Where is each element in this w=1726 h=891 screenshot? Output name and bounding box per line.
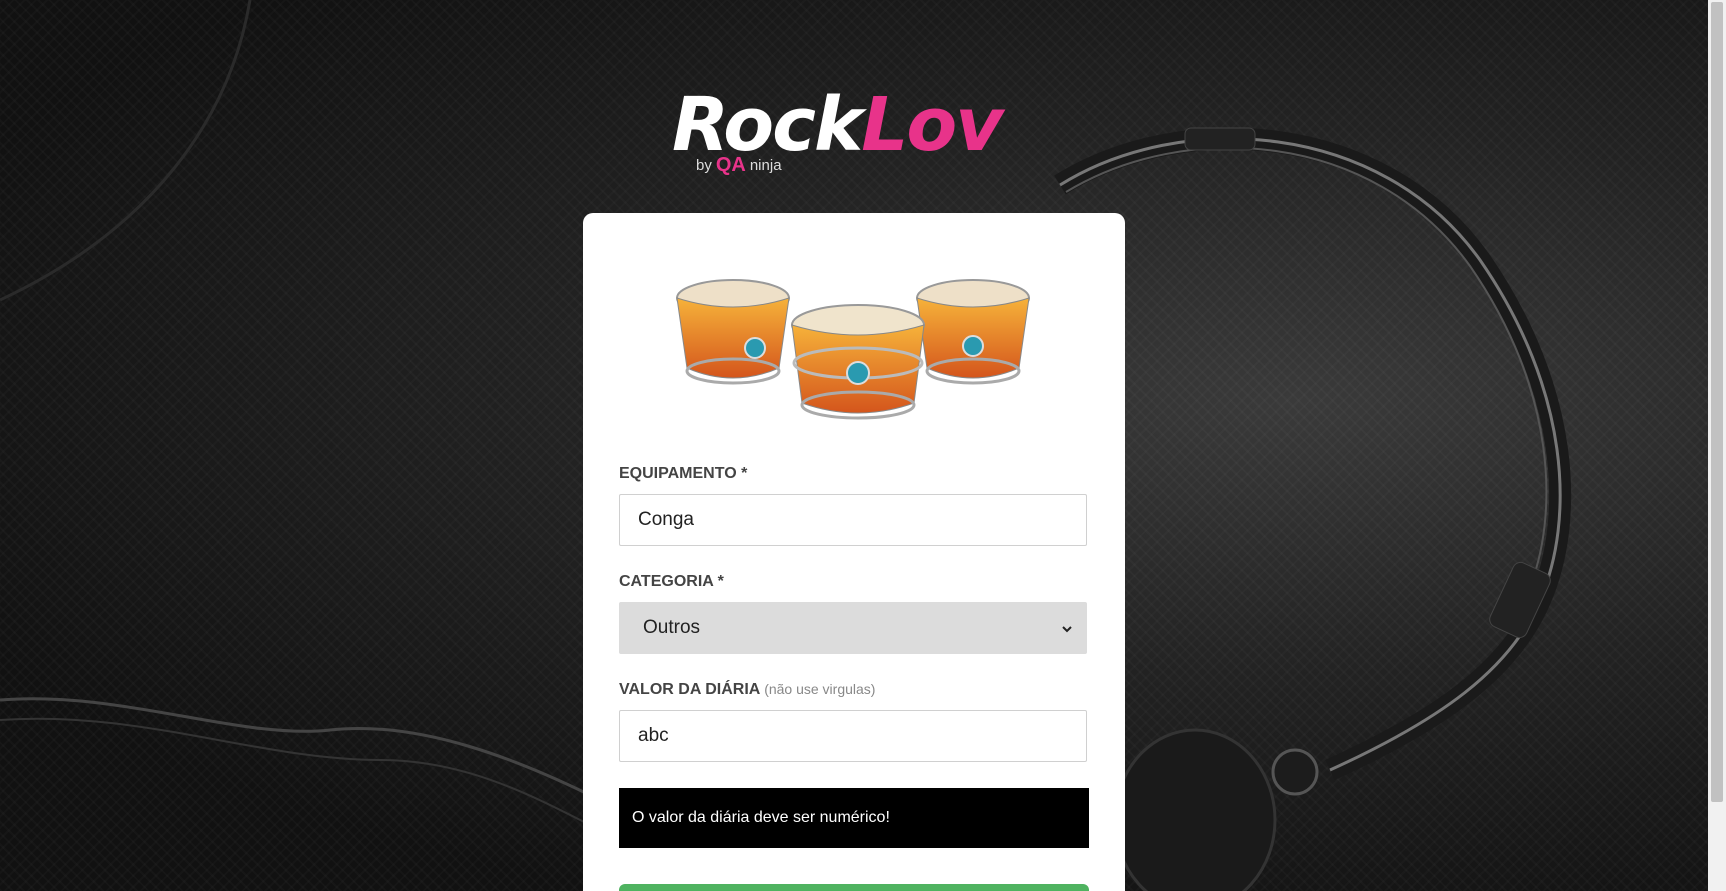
scrollbar-thumb[interactable] (1711, 2, 1723, 802)
price-input[interactable]: abc (619, 710, 1087, 762)
equipment-thumbnail[interactable] (673, 263, 1043, 438)
logo-qa-text: QA (715, 154, 746, 176)
logo-by-text: by (696, 157, 712, 174)
logo-wordmark: RockLov (672, 88, 1042, 162)
logo-lov: Lov (861, 82, 1003, 168)
price-input-value: abc (638, 725, 669, 746)
rocklov-logo: RockLov by QA ninja (672, 88, 1042, 178)
submit-button[interactable] (619, 884, 1089, 891)
equipment-label: EQUIPAMENTO * (619, 465, 748, 482)
equipment-input-value: Conga (638, 509, 694, 530)
conga-drum-center (791, 304, 925, 420)
chevron-down-icon (1062, 620, 1072, 636)
error-alert: O valor da diária deve ser numérico! (619, 788, 1089, 848)
price-label: VALOR DA DIÁRIA (não use virgulas) (619, 681, 875, 699)
logo-byline: by QA ninja (696, 154, 782, 177)
equipment-form-card: EQUIPAMENTO * Conga CATEGORIA * Outros V… (583, 213, 1125, 891)
price-hint: (não use virgulas) (764, 681, 876, 697)
category-label: CATEGORIA * (619, 573, 724, 590)
conga-drum-right (916, 279, 1030, 385)
category-select[interactable]: Outros (619, 602, 1087, 654)
logo-ninja-text: ninja (749, 157, 782, 174)
category-select-value: Outros (643, 617, 701, 638)
price-label-text: VALOR DA DIÁRIA (619, 681, 760, 698)
page-scrollbar[interactable] (1708, 0, 1726, 891)
error-message: O valor da diária deve ser numérico! (632, 809, 890, 826)
conga-drum-left (676, 279, 790, 385)
equipment-input[interactable]: Conga (619, 494, 1087, 546)
